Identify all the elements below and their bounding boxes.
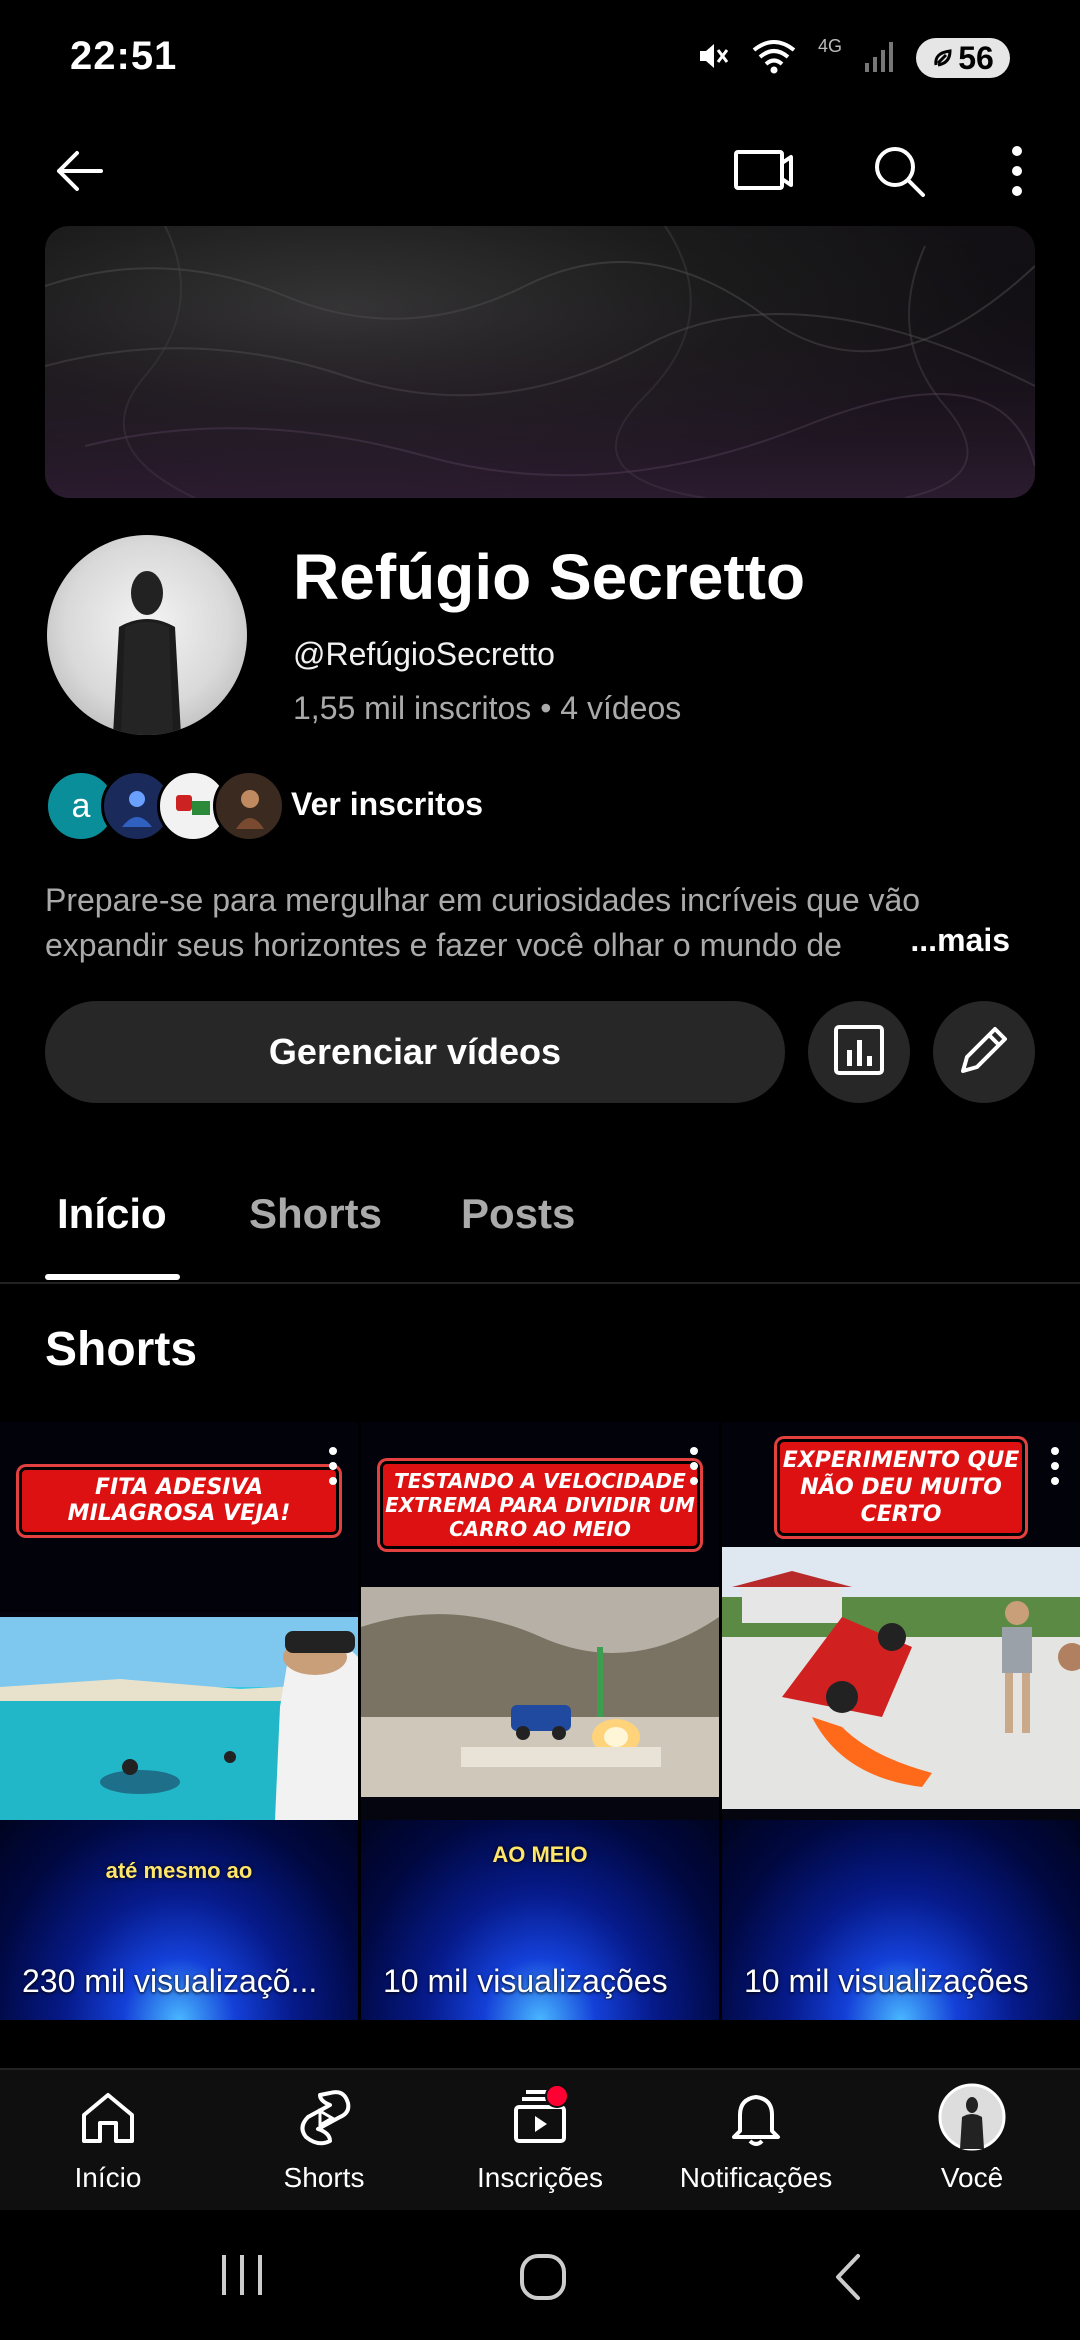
nav-label: Inscrições (476, 2162, 604, 2193)
recents-icon[interactable] (218, 2253, 268, 2302)
short-thumbnail-image (361, 1587, 719, 1797)
manage-videos-button[interactable]: Gerenciar vídeos (45, 1001, 785, 1103)
battery-icon: 56 (916, 38, 1010, 78)
active-tab-indicator (45, 1274, 180, 1280)
status-bar: 22:51 4G 56 (0, 0, 1080, 116)
tab-inicio[interactable]: Início (57, 1190, 167, 1238)
status-time: 22:51 (70, 34, 178, 78)
short-card[interactable]: EXPERIMENTO QUE NÃO DEU MUITO CERTO 10 m… (722, 1422, 1080, 2020)
short-caption: EXPERIMENTO QUE NÃO DEU MUITO CERTO (774, 1436, 1028, 1539)
bottom-navigation: Início Shorts Inscrições Notificações Vo… (0, 2068, 1080, 2212)
analytics-icon (833, 1024, 885, 1081)
description-more-link[interactable]: ...mais (880, 922, 1010, 959)
bell-icon (721, 2082, 791, 2152)
system-back-icon[interactable] (828, 2252, 868, 2307)
nav-item-notificacoes[interactable]: Notificações (648, 2082, 864, 2212)
short-overlay-text: AO MEIO (492, 1842, 588, 1867)
channel-name: Refúgio Secretto (293, 541, 806, 613)
subscribers-row[interactable]: a Ver inscritos (45, 770, 483, 842)
search-icon[interactable] (856, 128, 942, 214)
battery-level: 56 (958, 39, 994, 76)
home-icon (73, 2082, 143, 2152)
wifi-icon (752, 38, 796, 79)
home-circle-icon[interactable] (518, 2252, 568, 2307)
channel-description[interactable]: Prepare-se para mergulhar em curiosidade… (45, 878, 1015, 968)
channel-stats: 1,55 mil inscritos • 4 vídeos (293, 690, 682, 726)
signal-icon (864, 39, 894, 78)
nav-item-shorts[interactable]: Shorts (216, 2082, 432, 2212)
subscriber-avatar-letter: a (71, 786, 91, 825)
status-icons: 4G 56 (696, 36, 1010, 80)
more-vert-icon[interactable] (689, 1446, 699, 1491)
nav-item-voce[interactable]: Você (864, 2082, 1080, 2212)
subscriptions-icon (505, 2082, 575, 2152)
pencil-icon (957, 1023, 1011, 1082)
mute-icon (696, 39, 730, 78)
profile-avatar-icon (937, 2082, 1007, 2152)
channel-banner (45, 226, 1035, 498)
youtube-channel-page: 22:51 4G 56 Refúgio Secretto @RefúgioSec… (0, 0, 1080, 2340)
network-type: 4G (817, 35, 842, 56)
nav-label: Notificações (679, 2162, 833, 2193)
cast-icon[interactable] (720, 128, 806, 214)
short-thumbnail-image (0, 1617, 358, 1820)
notification-dot (545, 2084, 569, 2108)
channel-avatar[interactable] (47, 535, 247, 735)
analytics-button[interactable] (808, 1001, 910, 1103)
tab-shorts[interactable]: Shorts (249, 1190, 382, 1238)
short-caption: FITA ADESIVA MILAGROSA VEJA! (16, 1464, 342, 1538)
short-views: 10 mil visualizações (383, 1963, 668, 1999)
short-overlay-text: até mesmo ao (105, 1858, 253, 1883)
nav-item-inscricoes[interactable]: Inscrições (432, 2082, 648, 2212)
back-arrow-icon[interactable] (36, 128, 122, 214)
short-views: 10 mil visualizações (744, 1963, 1029, 1999)
more-vert-icon[interactable] (974, 128, 1060, 214)
section-title: Shorts (45, 1323, 198, 1376)
more-vert-icon[interactable] (328, 1446, 338, 1491)
system-navigation-bar (0, 2210, 1080, 2340)
short-caption: TESTANDO A VELOCIDADE EXTREMA PARA DIVID… (377, 1458, 703, 1552)
short-card[interactable]: FITA ADESIVA MILAGROSA VEJA! até mesmo a… (0, 1422, 358, 2020)
nav-item-inicio[interactable]: Início (0, 2082, 216, 2212)
more-vert-icon[interactable] (1050, 1446, 1060, 1491)
tab-posts[interactable]: Posts (461, 1190, 575, 1238)
subscriber-avatar (213, 770, 285, 842)
channel-actions: Gerenciar vídeos (45, 1001, 1035, 1103)
top-app-bar (0, 116, 1080, 226)
short-card[interactable]: TESTANDO A VELOCIDADE EXTREMA PARA DIVID… (361, 1422, 719, 2020)
nav-label: Início (74, 2162, 142, 2193)
nav-label: Shorts (283, 2162, 365, 2193)
short-thumbnail-image (722, 1547, 1080, 1809)
nav-label: Você (940, 2162, 1004, 2193)
edit-channel-button[interactable] (933, 1001, 1035, 1103)
channel-handle: @RefúgioSecretto (293, 636, 555, 672)
channel-tabs: Início Shorts Posts (0, 1150, 1080, 1284)
view-subscribers-label[interactable]: Ver inscritos (291, 786, 483, 823)
short-views: 230 mil visualizaçõ... (22, 1963, 318, 1999)
shorts-icon (289, 2082, 359, 2152)
